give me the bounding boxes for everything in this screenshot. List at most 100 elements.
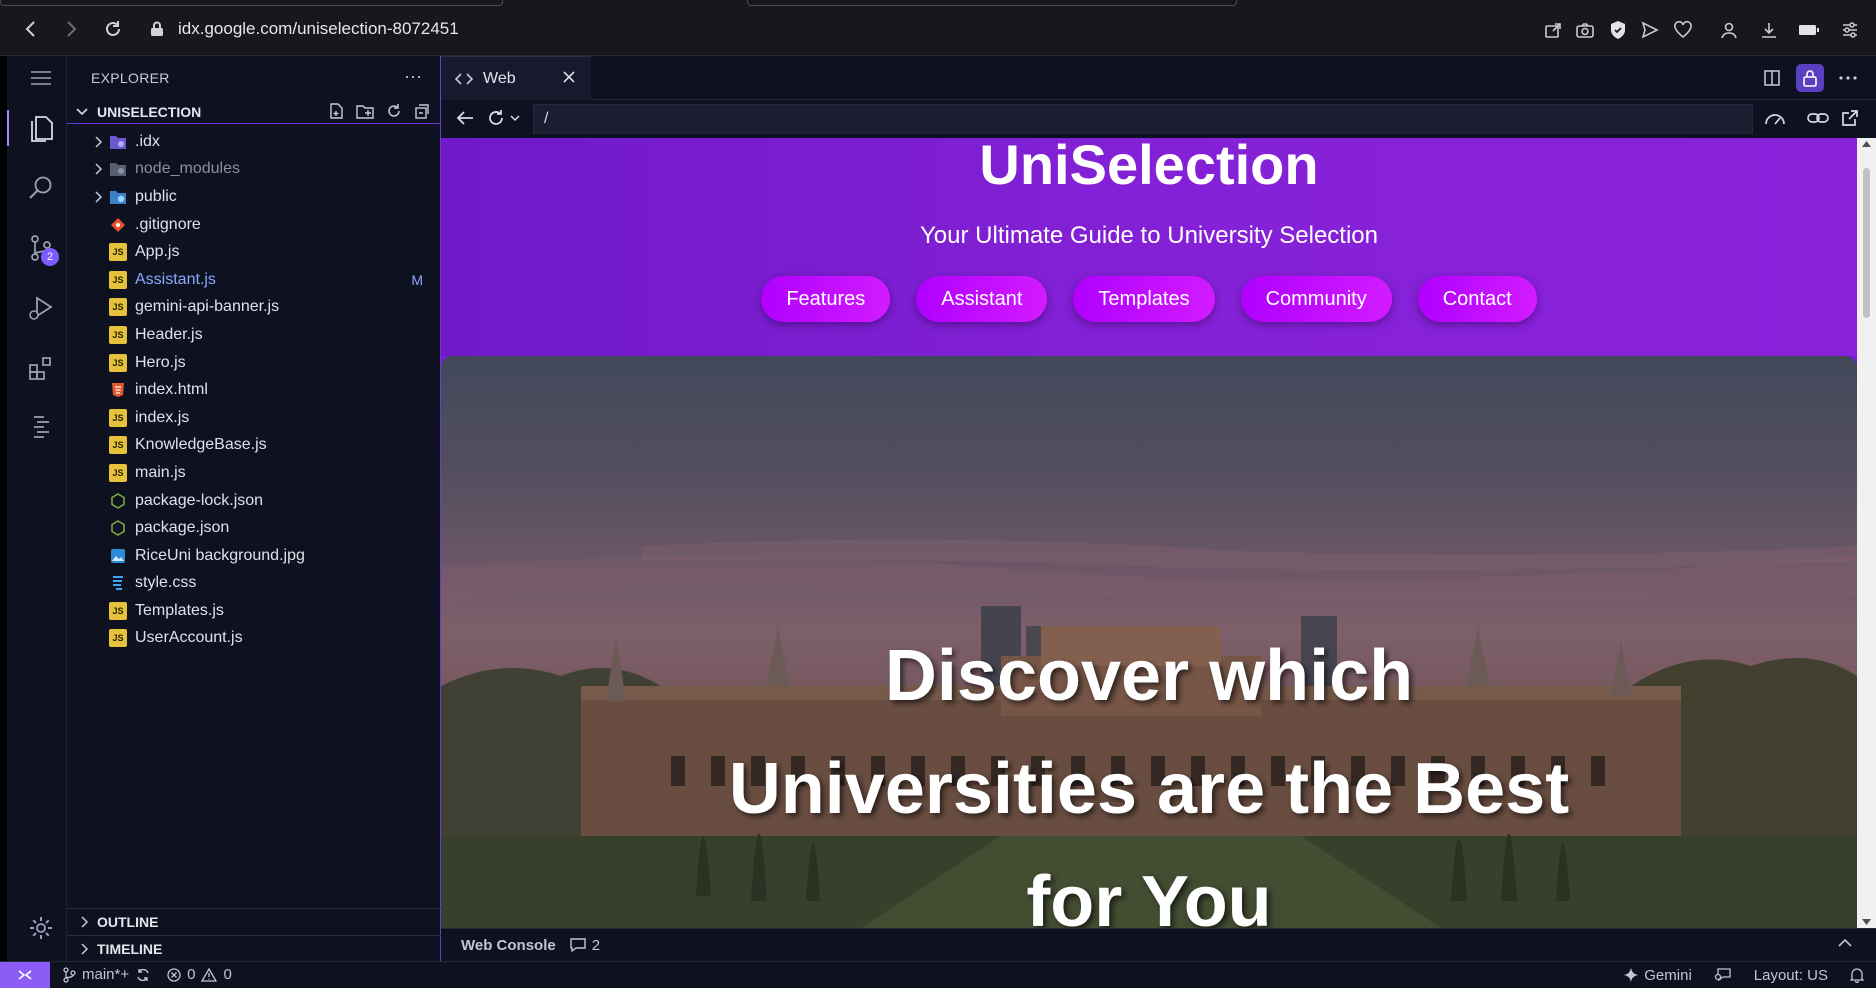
back-icon[interactable] [18, 16, 44, 42]
chevron-down-icon[interactable] [510, 114, 520, 122]
bell-icon[interactable] [1850, 967, 1864, 983]
forward-icon[interactable] [58, 16, 84, 42]
node-modules-folder-icon [109, 160, 127, 178]
nav-assistant-button[interactable]: Assistant [916, 276, 1048, 322]
preview-url-input[interactable]: / [533, 104, 1753, 134]
source-control-icon[interactable]: 2 [19, 226, 63, 270]
menu-icon[interactable] [19, 56, 63, 100]
web-console-bar[interactable]: Web Console 2 [441, 928, 1876, 961]
file-name: Hero.js [135, 353, 186, 371]
reload-icon[interactable] [487, 109, 507, 127]
branch-icon [62, 966, 76, 983]
tree-item-useraccount-js[interactable]: JS UserAccount.js [67, 625, 441, 653]
outline-list-icon[interactable] [19, 406, 63, 450]
extensions-icon[interactable] [19, 346, 63, 390]
browser-tab-edge [0, 0, 503, 6]
collapse-all-icon[interactable] [413, 102, 431, 120]
warning-icon [201, 967, 218, 982]
reload-icon[interactable] [100, 16, 126, 42]
explorer-more-button[interactable]: ··· [404, 66, 422, 87]
run-debug-icon[interactable] [19, 286, 63, 330]
heart-icon[interactable] [1671, 18, 1695, 42]
close-icon[interactable] [561, 69, 577, 85]
share-icon[interactable] [1541, 18, 1565, 42]
js-file-icon: JS [109, 408, 127, 427]
lock-icon[interactable] [1796, 64, 1824, 92]
battery-icon [1797, 18, 1821, 42]
tree-item-app-js[interactable]: JS App.js [67, 238, 441, 266]
tree-item-header-js[interactable]: JS Header.js [67, 321, 441, 349]
tree-item-style-css[interactable]: style.css [67, 570, 441, 598]
tree-item-node-modules[interactable]: node_modules [67, 156, 441, 184]
tree-item-main-js[interactable]: JS main.js [67, 459, 441, 487]
tree-item-hero-js[interactable]: JS Hero.js [67, 349, 441, 377]
tree-item-package-json[interactable]: package.json [67, 514, 441, 542]
link-icon[interactable] [1807, 110, 1829, 126]
tree-item-index-html[interactable]: index.html [67, 376, 441, 404]
preview-scrollbar[interactable] [1857, 138, 1876, 928]
settings-sliders-icon[interactable] [1838, 18, 1862, 42]
scrollbar-thumb[interactable] [1863, 168, 1870, 318]
branch-status[interactable]: main*+ [62, 966, 151, 983]
gear-icon[interactable] [19, 906, 63, 950]
json-file-icon [109, 492, 127, 510]
root-folder-header[interactable]: UNISELECTION [67, 100, 441, 124]
speed-gauge-icon[interactable] [1764, 110, 1786, 126]
tree-item-gemini-api-banner-js[interactable]: JS gemini-api-banner.js [67, 294, 441, 322]
open-external-icon[interactable] [1841, 109, 1859, 127]
outline-section-header[interactable]: OUTLINE [67, 908, 441, 934]
tree-item-riceuni-background-jpg[interactable]: RiceUni background.jpg [67, 542, 441, 570]
file-name: package-lock.json [135, 491, 264, 509]
send-icon[interactable] [1638, 18, 1662, 42]
camera-icon[interactable] [1573, 18, 1597, 42]
refresh-icon[interactable] [385, 102, 403, 120]
nav-community-button[interactable]: Community [1240, 276, 1392, 322]
tree-item-assistant-js[interactable]: JS Assistant.js M [67, 266, 441, 294]
sync-icon[interactable] [135, 967, 151, 983]
profile-icon[interactable] [1717, 18, 1741, 42]
nav-contact-button[interactable]: Contact [1417, 276, 1537, 322]
chevron-right-icon [91, 163, 107, 175]
new-file-icon[interactable] [327, 102, 345, 120]
web-console-label: Web Console [461, 936, 556, 954]
remote-indicator[interactable] [0, 961, 50, 988]
chevron-right-icon [73, 915, 97, 928]
warning-count: 0 [223, 966, 232, 983]
file-name: Templates.js [135, 601, 224, 619]
timeline-section-header[interactable]: TIMELINE [67, 935, 441, 961]
address-bar[interactable]: idx.google.com/uniselection-8072451 [150, 12, 459, 46]
nav-features-button[interactable]: Features [761, 276, 891, 322]
tree-item-public[interactable]: public [67, 183, 441, 211]
git-icon [109, 216, 127, 234]
download-icon[interactable] [1757, 18, 1781, 42]
feedback-icon[interactable] [1714, 967, 1732, 983]
split-editor-icon[interactable] [1758, 64, 1786, 92]
problems-status[interactable]: 0 0 [167, 966, 232, 983]
outline-label: OUTLINE [97, 913, 159, 930]
branch-name: main*+ [82, 966, 130, 983]
gemini-status[interactable]: Gemini [1624, 967, 1692, 984]
tree-item-gitignore[interactable]: .gitignore [67, 211, 441, 239]
file-name: .gitignore [135, 215, 201, 233]
new-folder-icon[interactable] [355, 102, 375, 120]
tree-item-knowledgebase-js[interactable]: JS KnowledgeBase.js [67, 432, 441, 460]
scroll-up-icon[interactable] [1862, 141, 1871, 147]
tab-web[interactable]: Web [441, 56, 591, 100]
hero-line: Universities are the Best [728, 749, 1570, 829]
file-name: package.json [135, 519, 230, 537]
tree-item-idx[interactable]: .idx [67, 128, 441, 156]
more-actions-icon[interactable] [1834, 64, 1862, 92]
keyboard-layout-status[interactable]: Layout: US [1754, 967, 1828, 984]
file-name: main.js [135, 463, 186, 481]
shield-icon[interactable] [1606, 18, 1630, 42]
tree-item-templates-js[interactable]: JS Templates.js [67, 597, 441, 625]
scroll-down-icon[interactable] [1862, 919, 1871, 925]
tree-item-index-js[interactable]: JS index.js [67, 404, 441, 432]
chevron-up-icon[interactable] [1838, 938, 1852, 948]
tree-item-package-lock-json[interactable]: package-lock.json [67, 487, 441, 515]
explorer-icon[interactable] [7, 106, 63, 150]
search-icon[interactable] [19, 166, 63, 210]
nav-templates-button[interactable]: Templates [1073, 276, 1215, 322]
preview-address-row: / [441, 100, 1876, 138]
arrow-left-icon[interactable] [455, 109, 475, 127]
